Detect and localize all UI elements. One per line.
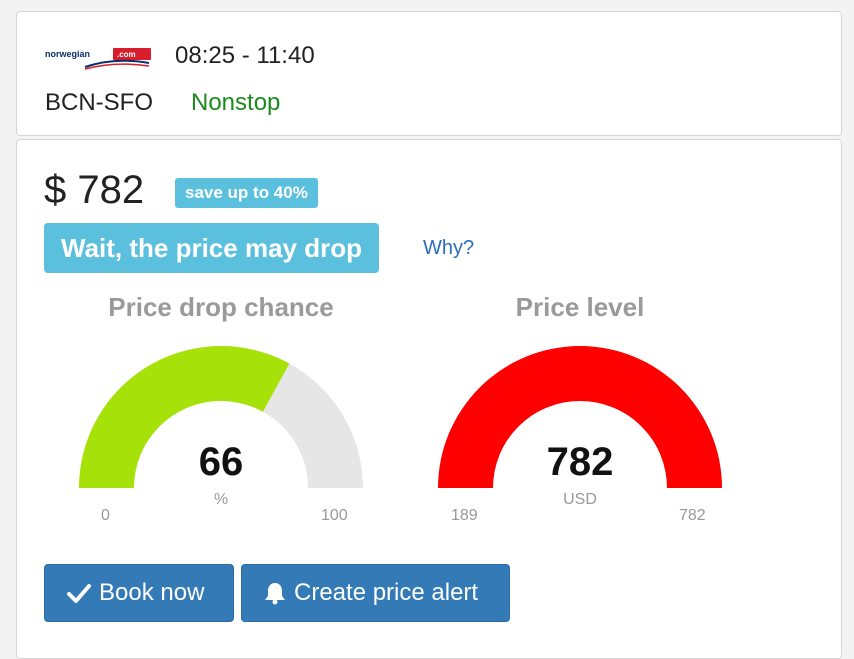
svg-text:norwegian: norwegian	[45, 49, 90, 59]
price-level-value: 782	[546, 440, 614, 484]
book-now-label: Book now	[99, 579, 205, 606]
save-badge: save up to 40%	[175, 178, 318, 208]
why-link[interactable]: Why?	[423, 237, 474, 260]
price-level-unit: USD	[563, 491, 597, 508]
price-advice-banner: Wait, the price may drop	[44, 223, 379, 273]
checkmark-icon	[67, 584, 91, 603]
drop-chance-max: 100	[321, 507, 348, 524]
flight-times: 08:25 - 11:40	[175, 42, 315, 69]
price-level-title: Price level	[515, 292, 645, 322]
price-card: $ 782 save up to 40% Wait, the price may…	[16, 139, 842, 659]
bell-icon	[265, 583, 285, 605]
price-level-max: 782	[679, 507, 706, 524]
create-price-alert-button[interactable]: Create price alert	[241, 564, 510, 622]
airline-logo: norwegian .com	[45, 48, 151, 70]
flight-route: BCN-SFO	[45, 89, 153, 116]
svg-text:.com: .com	[117, 50, 136, 59]
price-level-min: 189	[451, 507, 478, 524]
flight-card: norwegian .com 08:25 - 11:40 BCN-SFO Non…	[16, 11, 842, 136]
drop-chance-title: Price drop chance	[108, 292, 334, 322]
drop-chance-unit: %	[213, 491, 229, 508]
drop-chance-min: 0	[101, 507, 110, 524]
price-amount: $ 782	[44, 168, 145, 212]
book-now-button[interactable]: Book now	[44, 564, 234, 622]
flight-stops: Nonstop	[191, 89, 281, 116]
drop-chance-value: 66	[198, 440, 244, 484]
create-price-alert-label: Create price alert	[294, 579, 479, 606]
